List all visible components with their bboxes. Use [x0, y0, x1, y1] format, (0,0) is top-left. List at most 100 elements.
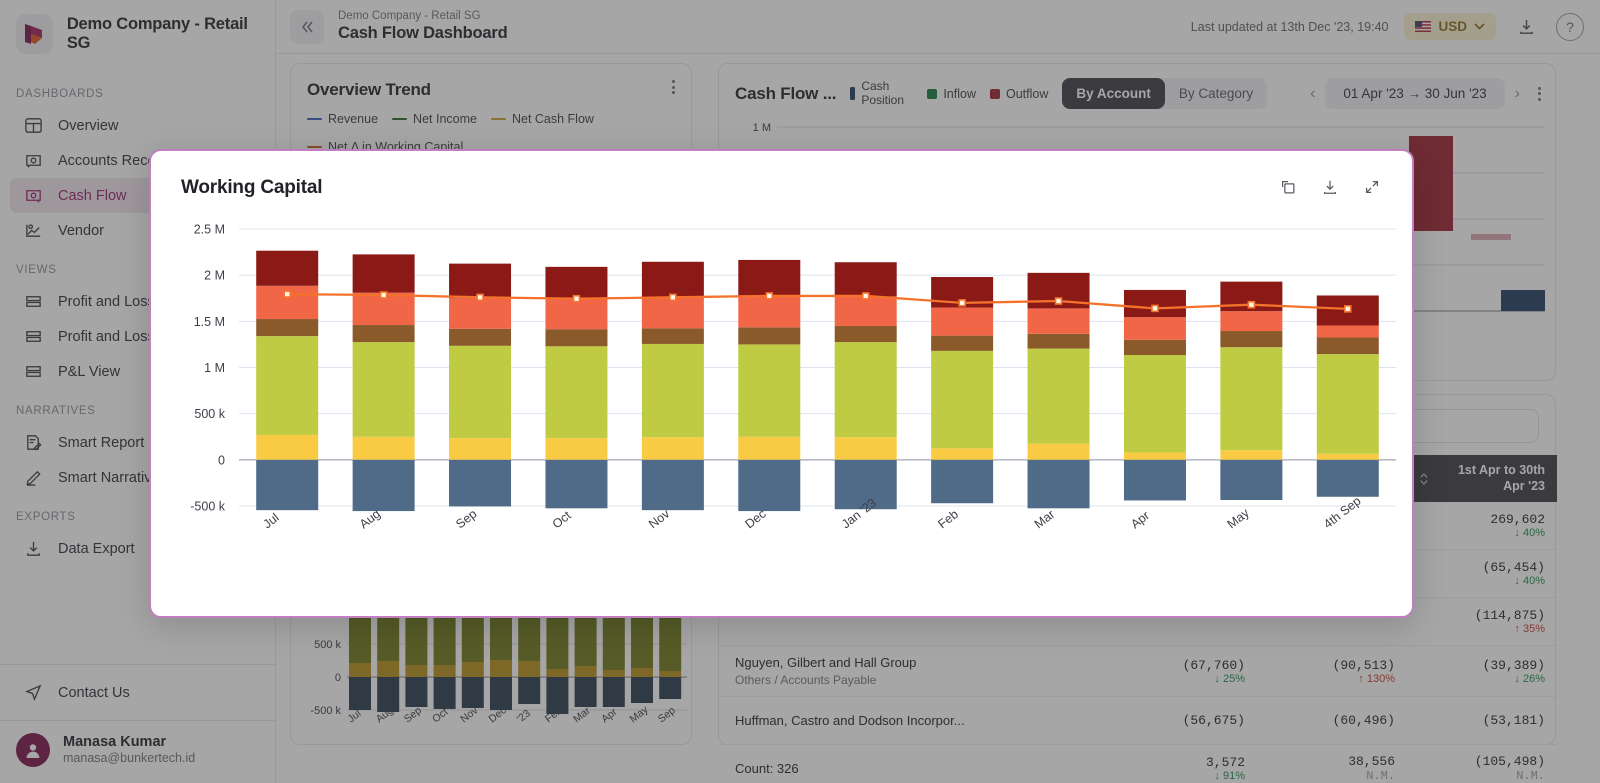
- bar-segment[interactable]: [834, 437, 897, 460]
- y-tick-label: -500 k: [190, 500, 225, 514]
- bar-segment[interactable]: [834, 342, 897, 438]
- trend-point[interactable]: [765, 292, 774, 300]
- bar-segment[interactable]: [641, 343, 704, 438]
- trend-point[interactable]: [1054, 297, 1063, 305]
- bar-segment[interactable]: [1316, 337, 1379, 355]
- bar-segment[interactable]: [738, 436, 801, 460]
- x-tick-label: Mar: [1032, 507, 1058, 531]
- bar-segment[interactable]: [449, 263, 512, 299]
- trend-point[interactable]: [1247, 300, 1256, 309]
- bar-segment[interactable]: [931, 448, 994, 460]
- y-tick-label: 2.5 M: [194, 223, 225, 237]
- bar-segment[interactable]: [641, 261, 704, 298]
- bar-segment[interactable]: [545, 266, 608, 299]
- x-tick-label: Jul: [260, 510, 281, 531]
- modal-actions: [1278, 177, 1382, 197]
- x-tick-label: 4th Sep: [1321, 494, 1364, 532]
- bar-segment[interactable]: [1220, 459, 1283, 500]
- bar-segment[interactable]: [834, 262, 897, 297]
- y-tick-label: 1.5 M: [194, 315, 225, 329]
- bar-segment[interactable]: [256, 434, 319, 460]
- bar-segment[interactable]: [1123, 339, 1186, 356]
- bar-segment[interactable]: [931, 459, 994, 504]
- bar-segment[interactable]: [352, 254, 415, 293]
- bar-segment[interactable]: [641, 437, 704, 460]
- trend-point[interactable]: [283, 290, 292, 298]
- bar-segment[interactable]: [256, 319, 319, 337]
- bar-segment[interactable]: [1316, 459, 1379, 497]
- trend-point[interactable]: [1343, 305, 1352, 313]
- bar-segment[interactable]: [352, 459, 415, 512]
- bar-segment[interactable]: [738, 327, 801, 345]
- bar-segment[interactable]: [1220, 450, 1283, 460]
- x-tick-label: May: [1225, 505, 1253, 531]
- bar-segment[interactable]: [641, 328, 704, 344]
- y-tick-label: 500 k: [194, 407, 225, 421]
- bar-segment[interactable]: [545, 329, 608, 347]
- bar-segment[interactable]: [1027, 459, 1090, 509]
- bar-segment[interactable]: [1220, 311, 1283, 332]
- bar-segment[interactable]: [256, 250, 319, 286]
- collapse-icon[interactable]: [1362, 177, 1382, 197]
- bar-segment[interactable]: [1123, 355, 1186, 453]
- trend-point[interactable]: [1151, 304, 1159, 313]
- bar-segment[interactable]: [449, 459, 512, 507]
- duplicate-icon[interactable]: [1278, 177, 1298, 197]
- bar-segment[interactable]: [449, 328, 512, 346]
- working-capital-chart: 2.5 M2 M1.5 M1 M500 k0-500 k Jul Aug Sep Oc…: [190, 223, 1396, 532]
- bar-segment[interactable]: [931, 335, 994, 351]
- trend-point[interactable]: [958, 299, 966, 307]
- bar-segment[interactable]: [1027, 333, 1090, 349]
- bar-segment[interactable]: [352, 436, 415, 460]
- bar-segment[interactable]: [1027, 308, 1090, 334]
- trend-point[interactable]: [669, 293, 677, 302]
- bar-segment[interactable]: [1220, 331, 1283, 348]
- x-tick-label: Feb: [935, 507, 961, 531]
- bar-segment[interactable]: [641, 459, 704, 511]
- bar-segment[interactable]: [931, 307, 994, 336]
- modal-title: Working Capital: [181, 177, 323, 198]
- bar-segment[interactable]: [352, 325, 415, 343]
- bar-segment[interactable]: [1123, 317, 1186, 340]
- bar-segment[interactable]: [738, 459, 801, 512]
- y-tick-label: 0: [218, 453, 225, 467]
- bar-segment[interactable]: [449, 345, 512, 439]
- y-tick-label: 2 M: [204, 269, 225, 283]
- bar-segment[interactable]: [545, 346, 608, 439]
- working-capital-modal: Working Capital 2.5 M 2 M 1.5 M 1 M 500 k 0 -5…: [149, 149, 1414, 618]
- bar-segment[interactable]: [1027, 348, 1090, 444]
- bar-segment[interactable]: [738, 296, 801, 328]
- trend-line: [287, 292, 1348, 311]
- trend-point[interactable]: [572, 294, 581, 303]
- bar-segment[interactable]: [256, 336, 319, 435]
- bar-segment[interactable]: [834, 296, 897, 326]
- x-tick-label: Sep: [453, 507, 479, 532]
- download-icon[interactable]: [1320, 177, 1340, 197]
- bar-segment[interactable]: [256, 459, 319, 511]
- bar-segment[interactable]: [1316, 354, 1379, 454]
- trend-point[interactable]: [861, 292, 870, 300]
- bar-segment[interactable]: [1316, 453, 1379, 460]
- bar-segment[interactable]: [931, 350, 994, 449]
- bar-segment[interactable]: [545, 459, 608, 509]
- bar-segment[interactable]: [738, 344, 801, 437]
- y-tick-label: 1 M: [204, 361, 225, 375]
- modal-header: Working Capital: [151, 151, 1412, 199]
- bar-segment[interactable]: [352, 342, 415, 437]
- bar-segment[interactable]: [545, 438, 608, 460]
- bar-segment[interactable]: [1123, 459, 1186, 501]
- x-tick-label: Apr: [1128, 508, 1152, 531]
- trend-point[interactable]: [379, 291, 388, 299]
- bar-segment[interactable]: [834, 325, 897, 343]
- bar-segment[interactable]: [641, 297, 704, 329]
- bar-segment[interactable]: [1123, 452, 1186, 460]
- trend-point[interactable]: [476, 293, 484, 302]
- bar-segment[interactable]: [449, 298, 512, 329]
- bar-segment[interactable]: [1123, 289, 1186, 318]
- bar-segment[interactable]: [1316, 325, 1379, 338]
- bar-segment[interactable]: [545, 298, 608, 330]
- bar-segment[interactable]: [449, 438, 512, 460]
- bar-segment[interactable]: [1220, 347, 1283, 451]
- bar-segment[interactable]: [1027, 443, 1090, 460]
- bar-segment[interactable]: [738, 259, 801, 297]
